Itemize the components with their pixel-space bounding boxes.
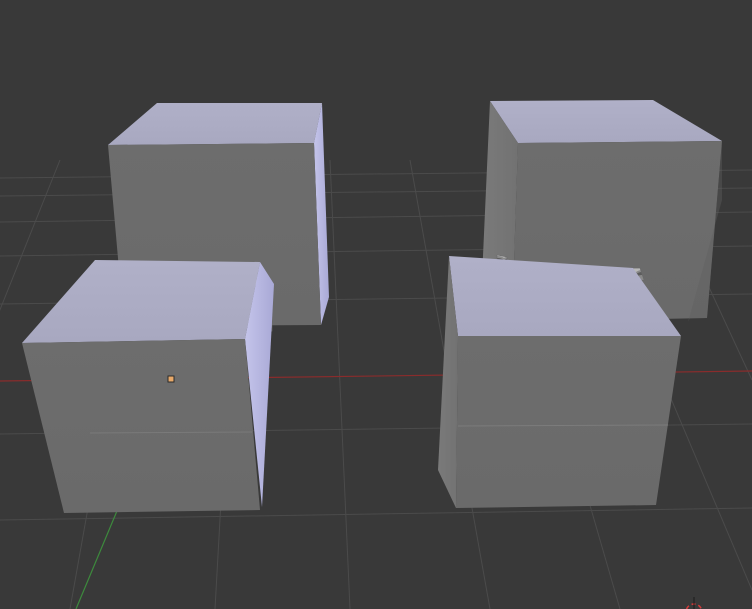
- cube-front-right[interactable]: [438, 256, 681, 508]
- 3d-viewport[interactable]: [0, 0, 752, 609]
- object-origin-marker[interactable]: [167, 375, 175, 383]
